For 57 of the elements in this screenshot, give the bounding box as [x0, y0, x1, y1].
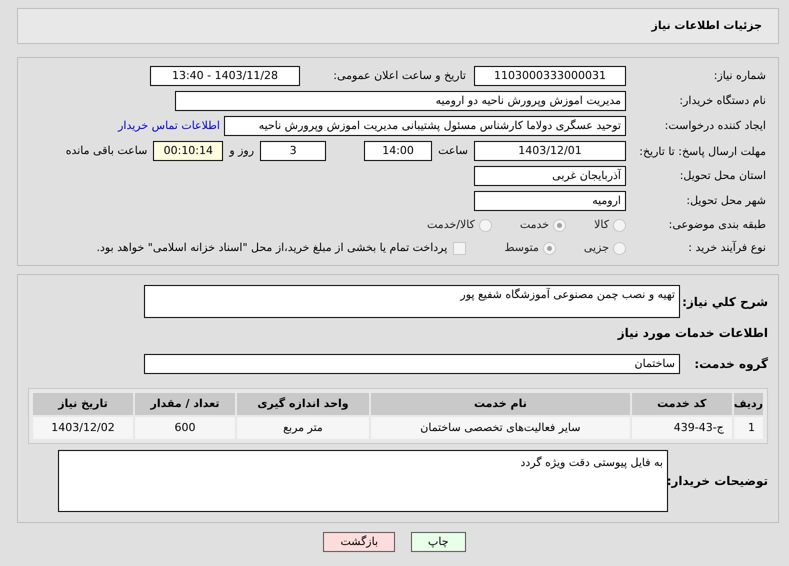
field-label: استان محل تحویل:: [678, 168, 766, 184]
back-button[interactable]: بازگشت: [323, 532, 396, 552]
radio-button[interactable]: [613, 218, 626, 232]
column-header: نام خدمت: [371, 393, 630, 415]
field-label: نام دستگاه خریدار:: [678, 92, 766, 109]
city-field: ارومیه: [474, 191, 626, 211]
field-label: مهلت ارسال پاسخ: تا تاریخ:: [638, 144, 766, 158]
field-label: توضیحات خریدار:: [668, 473, 768, 490]
buyer-field: مدیریت اموزش وپرورش ناحیه دو ارومیه: [175, 91, 626, 111]
table-cell: متر مربع: [237, 417, 369, 439]
table-cell: 1: [734, 417, 763, 439]
column-header: ردیف: [734, 393, 763, 415]
table-cell: 1403/12/02: [33, 417, 133, 439]
field-label: شرح کلي نياز:: [681, 294, 768, 311]
summary-textarea[interactable]: تهیه و نصب چمن مصنوعی آموزشگاه شفیع پور: [144, 285, 680, 318]
column-header: تعداد / مقدار: [135, 393, 235, 415]
field-label: شماره نیاز:: [712, 68, 766, 84]
days-field: 3: [260, 141, 326, 161]
table-cell: ج-43-439: [632, 417, 732, 439]
radio-label: کالا: [594, 216, 609, 233]
radio-button[interactable]: [478, 218, 492, 232]
table-cell: سایر فعالیت‌های تخصصی ساختمان: [371, 417, 630, 439]
section-heading: اطلاعات خدمات مورد نیاز: [616, 325, 768, 342]
field-label: ساعت باقی مانده: [66, 142, 148, 159]
checkbox-label: پرداخت تمام یا بخشی از مبلغ خرید،از محل "اسناد خزانه اسلامی" خواهد بود.: [96, 240, 448, 256]
radio-button[interactable]: [613, 242, 626, 254]
page-title: جزئیات اطلاعات نیاز: [652, 18, 762, 34]
field-label: تاریخ و ساعت اعلان عمومی:: [332, 68, 466, 84]
field-label: شهر محل تحویل:: [685, 192, 766, 209]
deadline-date-field: 1403/12/01: [474, 141, 626, 161]
field-label: ساعت: [438, 142, 468, 159]
checkbox[interactable]: [453, 242, 466, 254]
radio-button[interactable]: [553, 218, 566, 232]
column-header: واحد اندازه گیری: [237, 393, 369, 415]
need-number-field: 1103000333000031: [474, 66, 626, 86]
radio-label: کالا/خدمت: [427, 216, 475, 233]
field-label: ایجاد کننده درخواست:: [664, 118, 766, 134]
table-cell: 600: [135, 417, 235, 439]
radio-label: متوسط: [504, 240, 539, 256]
radio-label: خدمت: [520, 216, 550, 233]
radio-label: جزیی: [584, 240, 609, 256]
announce-date-field: 1403/11/28 - 13:40: [150, 66, 300, 86]
field-label: طبقه بندی موضوعی:: [668, 216, 766, 233]
radio-button[interactable]: [542, 242, 556, 254]
creator-field: توحید عسگری دولاما کارشناس مسئول پشتیبانی مدیریت اموزش وپرورش ناحیه: [224, 116, 626, 136]
field-label: گروه خدمت:: [693, 356, 768, 373]
column-header: کد خدمت: [632, 393, 732, 415]
remaining-time-field: 00:10:14: [153, 141, 224, 161]
field-label: روز و: [229, 142, 254, 159]
province-field: آذربایجان غربی: [474, 166, 626, 186]
column-header: تاریخ نیاز: [33, 393, 133, 415]
contact-link[interactable]: اطلاعات تماس خریدار: [118, 118, 220, 134]
service-group-field: ساختمان: [144, 354, 680, 374]
notes-textarea[interactable]: به فایل پیوستی دقت ویژه گردد: [58, 450, 668, 512]
field-label: نوع فرآیند خرید :: [687, 240, 766, 256]
print-button[interactable]: چاپ: [411, 532, 466, 552]
deadline-time-field: 14:00: [364, 141, 432, 161]
